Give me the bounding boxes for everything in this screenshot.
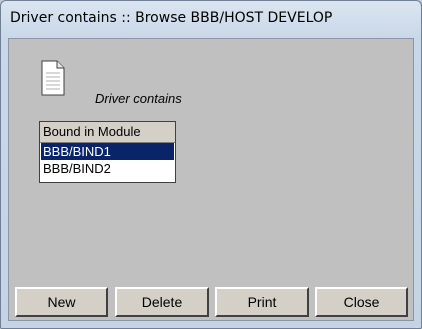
window-title: Driver contains :: Browse BBB/HOST DEVEL… — [10, 10, 333, 26]
column-header-label: Bound in Module — [43, 124, 141, 139]
close-button[interactable]: Close — [315, 287, 408, 317]
document-icon — [41, 60, 65, 96]
driver-contains-label: Driver contains — [95, 91, 182, 106]
new-button[interactable]: New — [15, 287, 108, 317]
delete-button[interactable]: Delete — [115, 287, 209, 317]
title-bar[interactable]: Driver contains :: Browse BBB/HOST DEVEL… — [1, 1, 421, 39]
list-item[interactable]: BBB/BIND2 — [41, 160, 174, 177]
list-item[interactable]: BBB/BIND1 — [41, 143, 174, 160]
dialog-content: Driver contains Bound in Module BBB/BIND… — [8, 38, 414, 321]
list-column-header[interactable]: Bound in Module — [40, 122, 175, 143]
bound-module-list[interactable]: Bound in Module BBB/BIND1 BBB/BIND2 — [39, 121, 176, 183]
dialog-window: Driver contains :: Browse BBB/HOST DEVEL… — [0, 0, 422, 329]
print-button[interactable]: Print — [215, 287, 309, 317]
